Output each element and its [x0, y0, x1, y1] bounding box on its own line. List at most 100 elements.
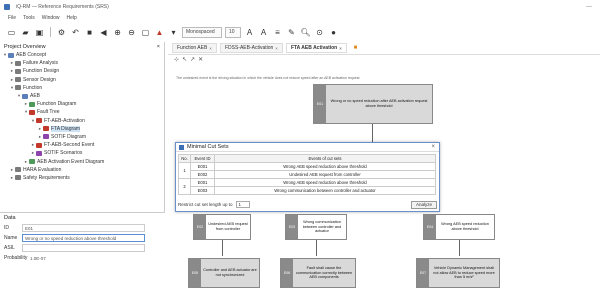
zoom-in-icon[interactable]: ⊕: [112, 27, 123, 38]
top-event-node[interactable]: E01 Wrong or no speed reduction after AE…: [313, 84, 433, 124]
cut-set-number: 2: [178, 178, 191, 195]
tree-item[interactable]: ▸ Function Diagram: [2, 100, 164, 108]
refresh-icon[interactable]: ⊙: [314, 27, 325, 38]
font-family-combo[interactable]: Monospaced: [182, 26, 222, 38]
undo-icon[interactable]: ↶: [70, 27, 81, 38]
tree-item-label: SOTIF Scenarios: [44, 150, 83, 157]
connector-line: [222, 240, 223, 256]
node-text: Fault shall cause the communication corr…: [295, 266, 353, 280]
table-row[interactable]: 2 E001 Wrong AEB speed reduction above t…: [178, 178, 436, 195]
node-id: E05: [189, 259, 201, 287]
event-node-e06[interactable]: E06 Fault shall cause the communication …: [280, 258, 356, 288]
settings-icon[interactable]: ⚙: [56, 27, 67, 38]
tree-item[interactable]: ▾ AEB: [2, 92, 164, 100]
add-element-icon[interactable]: ⊹: [174, 56, 179, 63]
limit-input[interactable]: 1: [235, 201, 250, 208]
tree-item[interactable]: ▾ AEB Concept: [2, 51, 164, 59]
info-icon[interactable]: ●: [328, 27, 339, 38]
tab-close-icon[interactable]: ×: [339, 46, 342, 51]
node-id: E02: [194, 215, 206, 239]
tree-item[interactable]: ▸ Function Design: [2, 67, 164, 75]
tree-item[interactable]: ▸ SOTIF Diagram: [2, 133, 164, 141]
analyze-button[interactable]: Analyze: [410, 200, 437, 209]
tab-close-icon[interactable]: ×: [275, 46, 278, 51]
tree-item[interactable]: ▸ FT-AEB-Second Event: [2, 141, 164, 149]
prop-row-probability: Probability 1.0E-07: [0, 253, 165, 263]
tab-function-aeb[interactable]: Function AEB ×: [172, 43, 217, 53]
save-icon[interactable]: ▣: [34, 27, 45, 38]
menu-tools[interactable]: Tools: [23, 15, 35, 21]
table-row[interactable]: E003 Wrong communication between control…: [179, 186, 436, 195]
color-fill-icon[interactable]: ▲: [154, 27, 165, 38]
tree-node-icon: [29, 109, 35, 115]
menu-file[interactable]: File: [8, 15, 16, 21]
tree-node-icon: [36, 142, 42, 148]
font-color-icon[interactable]: ▾: [168, 27, 179, 38]
tree-item[interactable]: ▸ Failure Analysis: [2, 59, 164, 67]
prop-probability-field[interactable]: 1.0E-07: [28, 254, 145, 262]
zoom-fit-icon[interactable]: ▢: [140, 27, 151, 38]
back-icon[interactable]: ◀: [98, 27, 109, 38]
italic-icon[interactable]: A: [258, 27, 269, 38]
tree-item-label: Sensor Design: [23, 76, 56, 83]
event-id-cell: E001: [190, 162, 215, 171]
toolbar-separator: [50, 27, 51, 37]
tree-item-label: Function Design: [23, 68, 60, 75]
table-row[interactable]: 1 E001 Wrong AEB speed reduction above t…: [178, 162, 436, 179]
project-panel-title: Project Overview: [4, 43, 46, 50]
editor-tabs: Function AEB × FDSS-AEB-Activation × FTA A…: [168, 42, 600, 55]
node-text: Wrong communication between controller a…: [302, 220, 342, 234]
event-node-e02[interactable]: E02 Undesired AEB request from controlle…: [193, 214, 251, 240]
title-bar: iQ-RM — Reference Requirements (SRS) —: [0, 0, 600, 13]
node-id: E06: [281, 259, 293, 287]
font-size-combo[interactable]: 10: [225, 26, 241, 38]
tab-fdss-aeb-activation[interactable]: FDSS-AEB-Activation ×: [219, 43, 283, 53]
tree-item[interactable]: ▾ FT-AEB-Activation: [2, 117, 164, 125]
tree-item-label: AEB Activation Event Diagram: [37, 158, 105, 165]
tree-item[interactable]: ▸ HARA Evaluation: [2, 166, 164, 174]
event-node-e05[interactable]: E05 Controller and AEB actuator are not …: [188, 258, 260, 288]
tree-item[interactable]: ▾ Fault Tree: [2, 108, 164, 116]
tree-item[interactable]: ▸ Sensor Design: [2, 76, 164, 84]
menu-help[interactable]: Help: [67, 15, 77, 21]
tab-close-icon[interactable]: ×: [209, 46, 212, 51]
event-node-e04[interactable]: E04 Wrong AEB speed reduction above thre…: [423, 214, 495, 240]
pin-icon[interactable]: ✎: [286, 27, 297, 38]
bold-icon[interactable]: A: [244, 27, 255, 38]
minimize-icon[interactable]: —: [586, 4, 592, 10]
connector-line: [459, 240, 460, 256]
tree-item-label: FT-AEB-Activation: [44, 117, 85, 124]
redo-icon[interactable]: ■: [84, 27, 95, 38]
tree-item-label: FTA Diagram: [51, 125, 81, 132]
pointer-icon[interactable]: ↖: [182, 56, 187, 63]
event-node-e03[interactable]: E03 Wrong communication between controll…: [285, 214, 347, 240]
align-icon[interactable]: ≡: [272, 27, 283, 38]
tab-overflow-icon[interactable]: ■: [350, 43, 361, 54]
tree-node-icon: [15, 175, 21, 181]
connector-line: [372, 124, 373, 142]
column-header: Event ID: [190, 154, 215, 163]
tab-fta-aeb-activation[interactable]: FTA AEB Activation ×: [285, 43, 347, 53]
panel-close-icon[interactable]: ×: [157, 44, 160, 50]
prop-name-field[interactable]: Wrong or no speed reduction above thresh…: [22, 234, 145, 242]
menu-window[interactable]: Window: [42, 15, 60, 21]
prop-id-field[interactable]: E01: [22, 224, 145, 232]
new-document-icon[interactable]: ▭: [6, 27, 17, 38]
close-icon[interactable]: ×: [431, 144, 435, 150]
prop-row-asil: ASIL: [0, 243, 165, 253]
search-icon[interactable]: 🔍︎: [300, 27, 311, 38]
prop-asil-field[interactable]: [22, 244, 145, 252]
event-node-e07[interactable]: E07 Vehicle Dynamic Management shall not…: [416, 258, 500, 288]
tree-item[interactable]: ▸ FTA Diagram: [2, 125, 164, 133]
tree-node-icon: [43, 134, 49, 140]
tree-item[interactable]: ▸ SOTIF Scenarios: [2, 149, 164, 157]
delete-icon[interactable]: ✕: [198, 56, 203, 63]
connector-icon[interactable]: ↗: [190, 56, 195, 63]
toolbar: ▭ ▰ ▣ ⚙ ↶ ■ ◀ ⊕ ⊖ ▢ ▲ ▾ Monospaced 10 A …: [0, 23, 600, 41]
tree-item[interactable]: ▸ AEB Activation Event Diagram: [2, 157, 164, 165]
tree-item[interactable]: ▸ Safety Requirements: [2, 174, 164, 182]
tree-item[interactable]: ▾ Function: [2, 84, 164, 92]
open-folder-icon[interactable]: ▰: [20, 27, 31, 38]
zoom-out-icon[interactable]: ⊖: [126, 27, 137, 38]
table-row[interactable]: E002 Undesired AEB request from controll…: [179, 170, 436, 179]
